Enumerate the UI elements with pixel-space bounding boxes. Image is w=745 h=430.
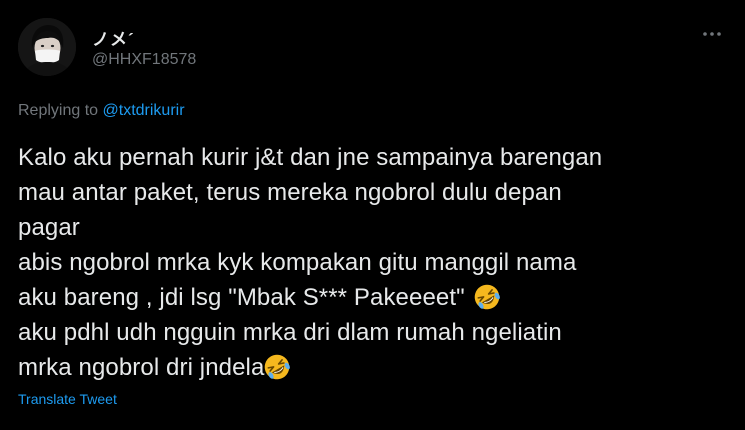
replying-prefix: Replying to <box>18 102 103 119</box>
tweet-line: pagar <box>18 210 728 245</box>
replying-to: Replying to @txtdrikurir <box>18 102 185 120</box>
tweet-line-text: mau antar paket, terus mereka ngobrol du… <box>18 179 562 206</box>
tweet-line-text: abis ngobrol mrka kyk kompakan gitu mang… <box>18 249 577 276</box>
tweet: ノメ´ @HHXF18578 Replying to @txtdrikurir … <box>0 0 745 430</box>
reply-mention-link[interactable]: @txtdrikurir <box>103 102 185 119</box>
display-name[interactable]: ノメ´ <box>92 25 135 50</box>
tweet-line-text: aku pdhl udh ngguin mrka dri dlam rumah … <box>18 319 562 346</box>
tweet-line: abis ngobrol mrka kyk kompakan gitu mang… <box>18 245 728 280</box>
user-handle[interactable]: @HHXF18578 <box>92 51 196 69</box>
tweet-line-text: pagar <box>18 214 80 241</box>
tweet-line: mrka ngobrol dri jndela <box>18 350 728 385</box>
tweet-line: aku bareng , jdi lsg "Mbak S*** Pakeeeet… <box>18 280 728 315</box>
rolling-on-the-floor-laughing-icon <box>265 354 291 380</box>
tweet-line: aku pdhl udh ngguin mrka dri dlam rumah … <box>18 315 728 350</box>
tweet-line: Kalo aku pernah kurir j&t dan jne sampai… <box>18 140 728 175</box>
rolling-on-the-floor-laughing-icon <box>474 284 500 310</box>
avatar[interactable] <box>18 18 76 76</box>
translate-tweet-link[interactable]: Translate Tweet <box>18 391 117 407</box>
tweet-line-text: mrka ngobrol dri jndela <box>18 354 265 381</box>
tweet-line-text: Kalo aku pernah kurir j&t dan jne sampai… <box>18 144 603 171</box>
more-horizontal-icon[interactable] <box>699 23 725 45</box>
tweet-text: Kalo aku pernah kurir j&t dan jne sampai… <box>18 140 728 385</box>
tweet-line: mau antar paket, terus mereka ngobrol du… <box>18 175 728 210</box>
user-avatar-image <box>18 18 76 76</box>
tweet-line-text: aku bareng , jdi lsg "Mbak S*** Pakeeeet… <box>18 284 472 311</box>
